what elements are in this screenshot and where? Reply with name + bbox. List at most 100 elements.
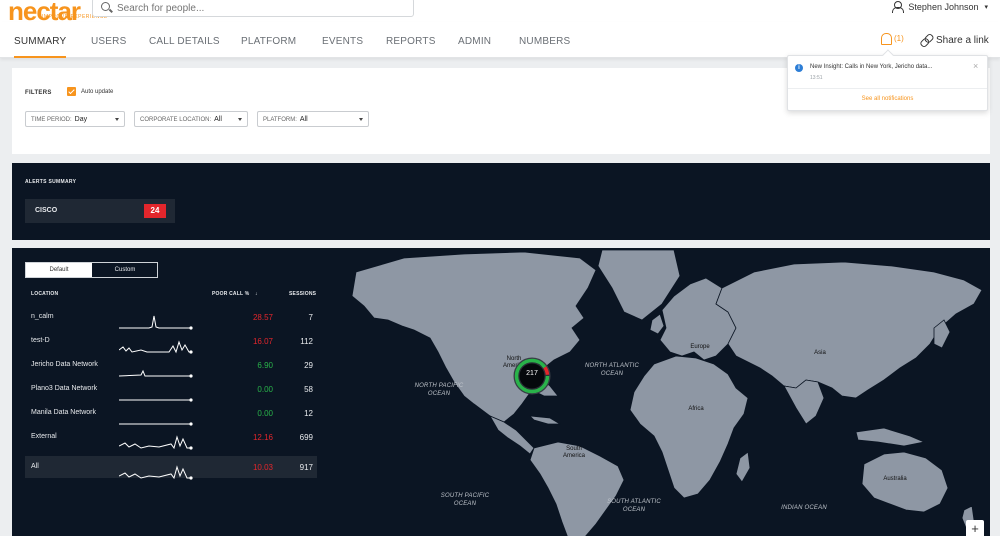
- poor-call-percent: 6.90: [257, 361, 273, 370]
- session-count: 58: [304, 385, 313, 394]
- sparkline-chart: [119, 435, 193, 450]
- table-row[interactable]: test-D 16.07 112: [25, 330, 317, 354]
- auto-update-label: Auto update: [81, 89, 114, 95]
- session-count: 12: [304, 409, 313, 418]
- main-nav: SUMMARY USERS CALL DETAILS PLATFORM EVEN…: [0, 22, 1000, 58]
- location-overview-panel: Default Custom LOCATION POOR CALL % ↓ SE…: [12, 248, 990, 536]
- label-south-america: South America: [562, 446, 585, 459]
- nav-admin[interactable]: ADMIN: [458, 36, 491, 47]
- time-period-select[interactable]: TIME PERIOD: Day: [25, 111, 125, 127]
- corporate-location-value: All: [214, 116, 222, 123]
- alerts-summary-panel: ALERTS SUMMARY CISCO 24: [12, 163, 990, 240]
- poor-call-percent: 10.03: [252, 463, 273, 472]
- column-header-sessions[interactable]: SESSIONS: [289, 291, 316, 297]
- zoom-in-button[interactable]: +: [966, 520, 984, 536]
- nav-reports[interactable]: REPORTS: [386, 36, 436, 47]
- label-south-atlantic: SOUTH ATLANTIC OCEAN: [607, 499, 661, 513]
- session-count: 29: [304, 361, 313, 370]
- alert-card-cisco[interactable]: CISCO 24: [25, 199, 175, 223]
- location-name: External: [31, 433, 57, 440]
- label-indian-ocean: INDIAN OCEAN: [781, 505, 827, 511]
- corporate-location-label: CORPORATE LOCATION:: [140, 117, 212, 123]
- chevron-down-icon: [238, 118, 242, 121]
- location-name: Jericho Data Network: [31, 361, 98, 368]
- alert-count-badge: 24: [144, 204, 166, 218]
- column-header-poor-call[interactable]: POOR CALL % ↓: [212, 291, 258, 297]
- sparkline-chart: [119, 422, 193, 426]
- platform-value: All: [299, 116, 308, 123]
- label-north-pacific: NORTH PACIFIC OCEAN: [414, 383, 464, 397]
- session-count: 112: [300, 337, 313, 346]
- poor-call-header-label: POOR CALL %: [212, 291, 250, 297]
- alert-card-label: CISCO: [35, 207, 58, 214]
- auto-update-checkbox[interactable]: [67, 87, 76, 96]
- people-search[interactable]: [92, 0, 414, 17]
- nav-events[interactable]: EVENTS: [322, 36, 363, 47]
- map-cluster-marker[interactable]: 217: [512, 356, 552, 396]
- user-icon: [892, 1, 905, 13]
- poor-call-percent: 0.00: [257, 409, 273, 418]
- nav-platform[interactable]: PLATFORM: [241, 36, 296, 47]
- notification-text[interactable]: New Insight: Calls in New York, Jericho …: [810, 64, 932, 70]
- chevron-down-icon: [359, 118, 363, 121]
- location-name: All: [31, 463, 39, 470]
- corporate-location-select[interactable]: CORPORATE LOCATION: All: [134, 111, 248, 127]
- time-period-value: Day: [74, 116, 88, 123]
- platform-label: PLATFORM:: [263, 117, 297, 123]
- search-icon: [101, 2, 110, 11]
- sparkline-chart: [119, 315, 193, 330]
- column-header-location[interactable]: LOCATION: [31, 291, 58, 297]
- cluster-count: 217: [526, 370, 538, 377]
- info-icon: i: [795, 64, 803, 72]
- share-link-label: Share a link: [936, 35, 989, 46]
- see-all-notifications-link[interactable]: See all notifications: [788, 96, 987, 102]
- location-name: Plano3 Data Network: [31, 385, 98, 392]
- poor-call-percent: 16.07: [252, 337, 273, 346]
- table-row[interactable]: Plano3 Data Network 0.00 58: [25, 378, 317, 402]
- toggle-custom[interactable]: Custom: [92, 263, 158, 277]
- nav-numbers[interactable]: NUMBERS: [519, 36, 570, 47]
- nav-call-details[interactable]: CALL DETAILS: [149, 36, 220, 47]
- table-row[interactable]: Manila Data Network 0.00 12: [25, 402, 317, 426]
- sparkline-chart: [119, 340, 193, 354]
- label-africa: Africa: [688, 406, 704, 412]
- notification-time: 13:51: [810, 75, 823, 81]
- chevron-down-icon: ▾: [984, 3, 988, 11]
- notification-count[interactable]: (1): [894, 34, 904, 43]
- nav-summary[interactable]: SUMMARY: [14, 36, 67, 58]
- platform-select[interactable]: PLATFORM: All: [257, 111, 369, 127]
- table-row[interactable]: n_calm 28.57 7: [25, 306, 317, 330]
- divider: [788, 88, 987, 89]
- alerts-summary-title: ALERTS SUMMARY: [25, 179, 77, 185]
- poor-call-percent: 12.16: [252, 433, 273, 442]
- close-icon[interactable]: ×: [973, 62, 978, 71]
- toggle-default[interactable]: Default: [26, 263, 92, 277]
- world-map[interactable]: NORTH PACIFIC OCEAN NORTH ATLANTIC OCEAN S…: [344, 248, 990, 536]
- user-name: Stephen Johnson: [908, 1, 979, 12]
- user-menu[interactable]: Stephen Johnson ▾: [892, 1, 988, 13]
- share-link-button[interactable]: Share a link: [920, 35, 989, 46]
- sparkline-chart: [119, 369, 193, 378]
- table-row[interactable]: External 12.16 699: [25, 426, 317, 450]
- label-europe: Europe: [690, 344, 710, 350]
- search-input[interactable]: [117, 0, 407, 16]
- bell-icon[interactable]: [880, 32, 892, 46]
- view-toggle: Default Custom: [25, 262, 158, 278]
- label-south-pacific: SOUTH PACIFIC OCEAN: [440, 493, 490, 507]
- table-row[interactable]: Jericho Data Network 6.90 29: [25, 354, 317, 378]
- label-australia: Australia: [883, 476, 907, 482]
- sparkline-chart: [119, 398, 193, 402]
- session-count: 699: [299, 433, 313, 442]
- location-name: n_calm: [31, 313, 54, 320]
- table-row[interactable]: All 10.03 917: [25, 456, 317, 480]
- chevron-down-icon: [115, 118, 119, 121]
- location-name: Manila Data Network: [31, 409, 96, 416]
- poor-call-percent: 0.00: [257, 385, 273, 394]
- label-asia: Asia: [814, 350, 826, 356]
- top-bar: nectar IMPROVE EXPERIENCE Stephen Johnso…: [0, 0, 1000, 26]
- session-count: 917: [299, 463, 313, 472]
- notification-dropdown: i New Insight: Calls in New York, Jerich…: [787, 49, 988, 111]
- session-count: 7: [308, 313, 313, 322]
- nav-users[interactable]: USERS: [91, 36, 126, 47]
- sort-arrow-icon: ↓: [254, 291, 258, 297]
